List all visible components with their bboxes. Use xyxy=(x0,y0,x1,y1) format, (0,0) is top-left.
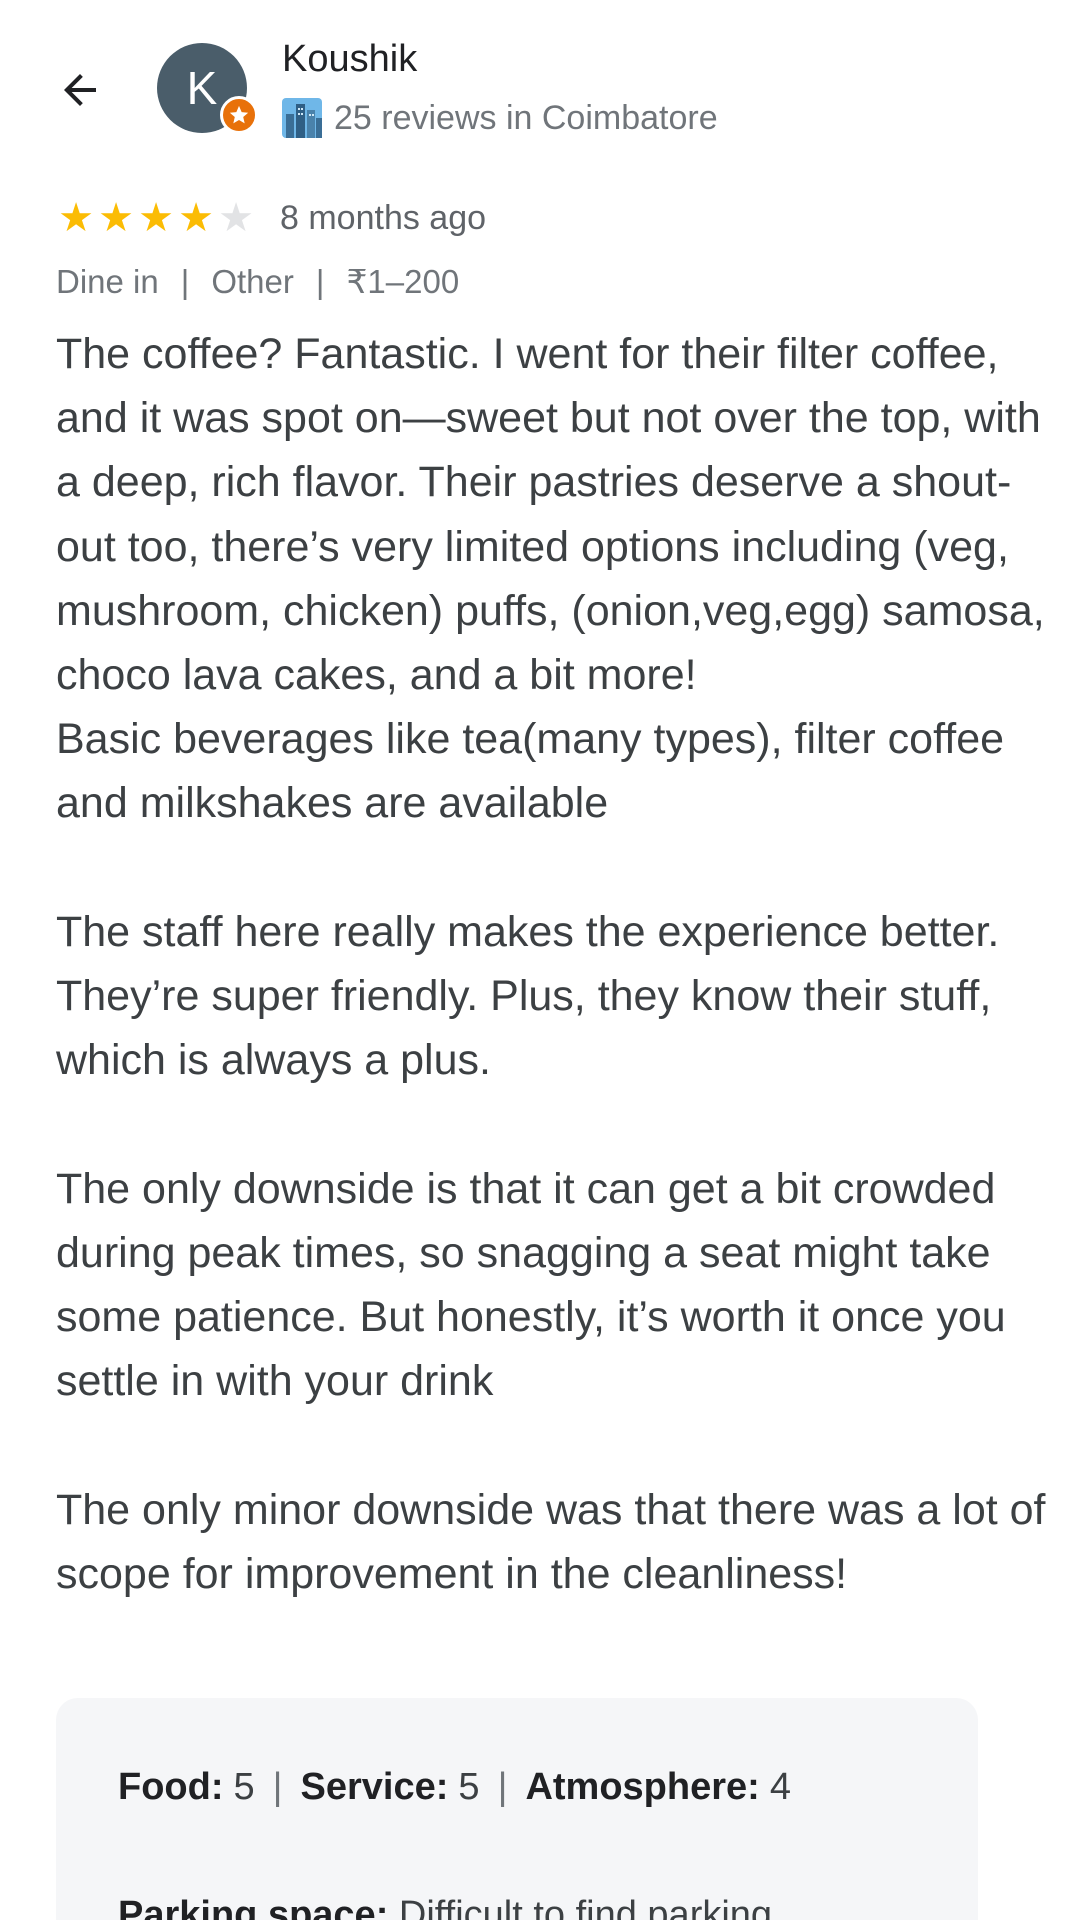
author-review-count: 25 reviews in Coimbatore xyxy=(334,98,718,137)
review-tags: Dine in | Other | ₹1–200 xyxy=(56,262,459,301)
food-label: Food: xyxy=(118,1766,224,1808)
sub-ratings: Food: 5 | Service: 5 | Atmosphere: 4 xyxy=(118,1766,791,1809)
atmosphere-label: Atmosphere: xyxy=(525,1766,760,1808)
star-rating: ★ ★ ★ ★ ★ xyxy=(56,196,256,240)
review-time: 8 months ago xyxy=(280,198,487,237)
parking-value: Difficult to find parking xyxy=(398,1894,773,1920)
author-name[interactable]: Koushik xyxy=(282,38,417,81)
tag-service-type: Dine in xyxy=(56,262,159,300)
food-rating: 5 xyxy=(233,1766,255,1808)
local-guide-badge-icon xyxy=(220,96,258,134)
back-button[interactable] xyxy=(48,58,112,122)
star-filled-icon: ★ xyxy=(138,196,174,240)
star-filled-icon: ★ xyxy=(178,196,214,240)
author-meta[interactable]: 25 reviews in Coimbatore xyxy=(282,98,718,138)
star-empty-icon: ★ xyxy=(218,196,254,240)
attribute-ratings-card: Food: 5 | Service: 5 | Atmosphere: 4 Par… xyxy=(56,1698,978,1920)
service-label: Service: xyxy=(300,1766,449,1808)
tag-separator: | xyxy=(180,262,190,300)
city-icon xyxy=(282,98,322,138)
review-text: The coffee? Fantastic. I went for their … xyxy=(56,330,1046,1598)
rating-separator: | xyxy=(272,1766,283,1808)
service-rating: 5 xyxy=(458,1766,480,1808)
parking-label: Parking space: xyxy=(118,1894,389,1920)
star-filled-icon: ★ xyxy=(98,196,134,240)
star-filled-icon: ★ xyxy=(58,196,94,240)
tag-meal-type: Other xyxy=(211,262,294,300)
parking-info: Parking space: Difficult to find parking xyxy=(118,1894,772,1920)
arrow-back-icon xyxy=(64,74,96,106)
tag-separator: | xyxy=(315,262,325,300)
rating-separator: | xyxy=(497,1766,508,1808)
rating-row: ★ ★ ★ ★ ★ 8 months ago xyxy=(56,196,486,240)
star-icon xyxy=(229,105,249,124)
atmosphere-rating: 4 xyxy=(769,1766,791,1808)
tag-price-range: ₹1–200 xyxy=(346,263,460,300)
avatar-initial: K xyxy=(186,62,218,114)
review-detail-sheet: K Koushik 25 reviews in Coimbatore ★ ★ ★ ★ ★… xyxy=(0,0,1080,1920)
